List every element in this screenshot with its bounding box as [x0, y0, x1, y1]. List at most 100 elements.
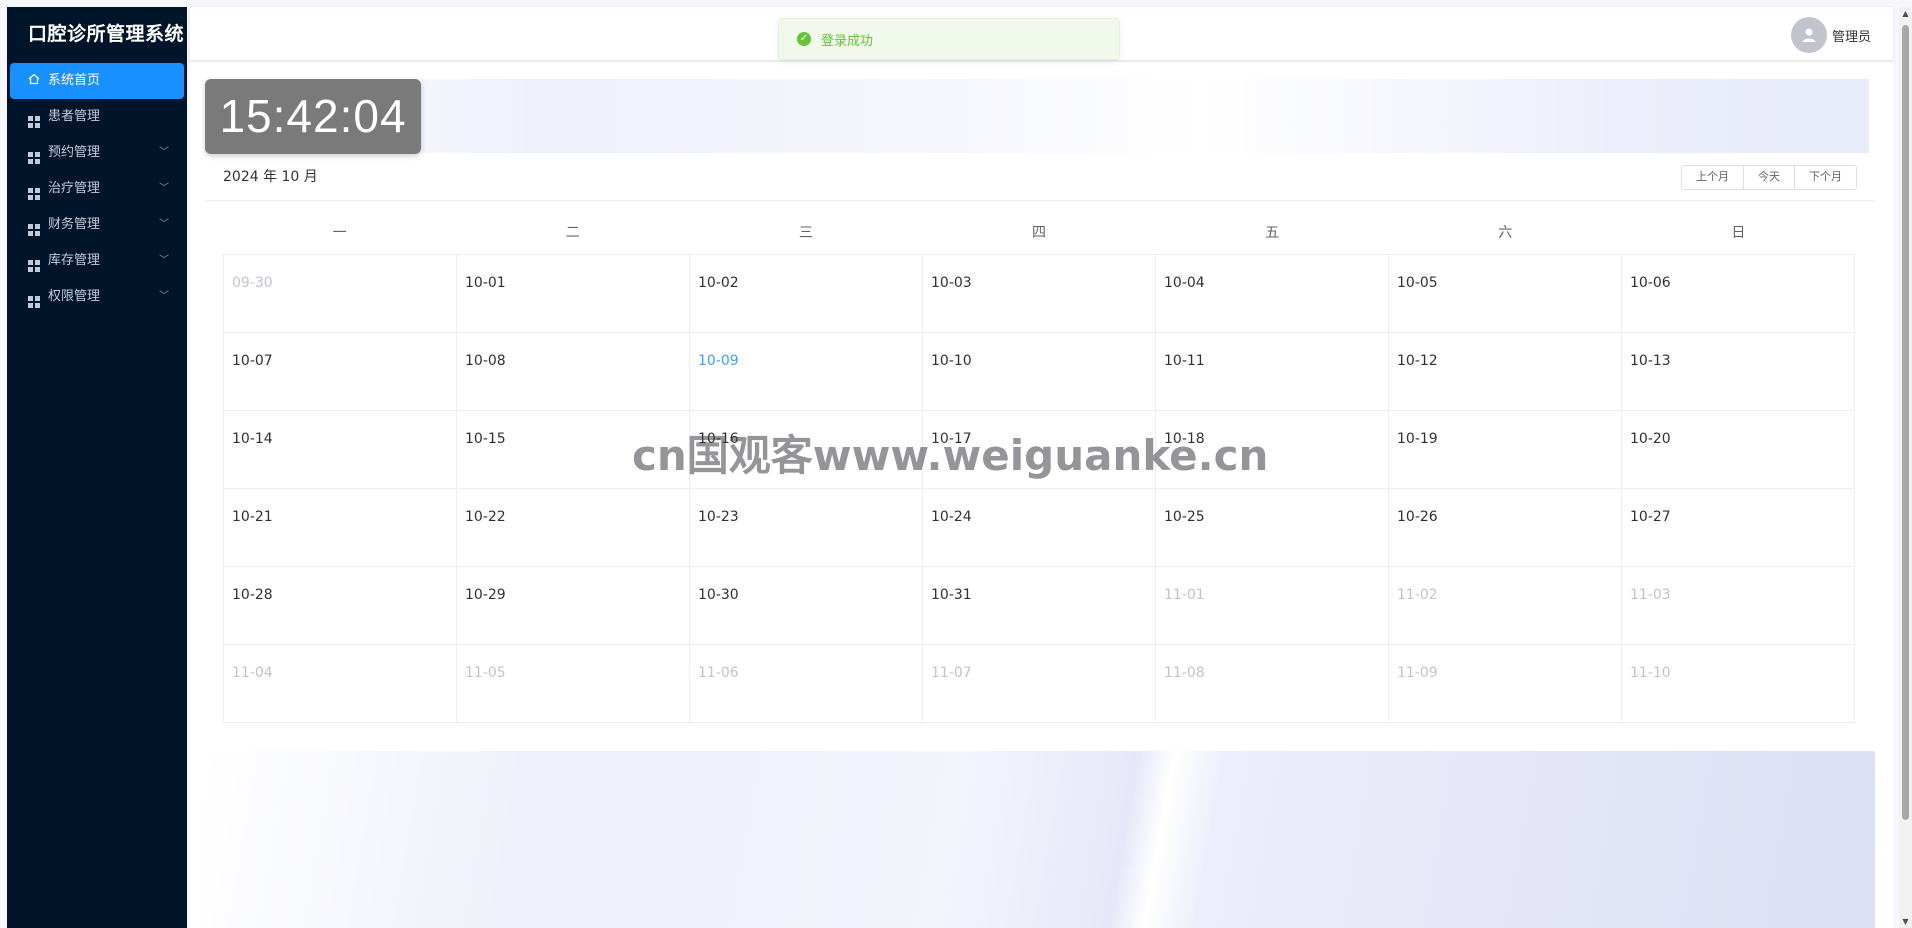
sidebar-menu: 系统首页 患者管理 预约管理 ﹀ 治疗管理 ﹀ 财务管理 ﹀ 库存管理 ﹀ 权限…: [7, 63, 187, 315]
avatar[interactable]: [1790, 17, 1827, 53]
today-button[interactable]: 今天: [1743, 165, 1795, 190]
calendar-day[interactable]: 11-02: [1389, 567, 1622, 645]
calendar-day[interactable]: 10-23: [690, 489, 923, 567]
calendar-day-label: 10-26: [1397, 509, 1438, 525]
calendar-day[interactable]: 10-30: [690, 567, 923, 645]
calendar-day-label: 10-15: [465, 431, 506, 447]
sidebar-item-label: 预约管理: [48, 145, 101, 160]
calendar-day[interactable]: 10-24: [923, 489, 1156, 567]
calendar-day[interactable]: 10-06: [1622, 255, 1855, 333]
calendar-day[interactable]: 10-26: [1389, 489, 1622, 567]
chevron-down-icon: ﹀: [159, 255, 169, 266]
calendar-day[interactable]: 10-18: [1156, 411, 1389, 489]
calendar-day[interactable]: 10-31: [923, 567, 1156, 645]
home-icon: [28, 64, 40, 85]
calendar-day[interactable]: 11-03: [1622, 567, 1855, 645]
calendar-day[interactable]: 10-28: [224, 567, 457, 645]
calendar-day[interactable]: 11-06: [690, 645, 923, 723]
calendar-day[interactable]: 10-15: [457, 411, 690, 489]
sidebar-item-patients[interactable]: 患者管理: [7, 99, 187, 135]
calendar-day-label: 10-30: [698, 587, 739, 603]
calendar-day[interactable]: 10-03: [923, 255, 1156, 333]
calendar-day[interactable]: 10-11: [1156, 333, 1389, 411]
sidebar-item-permissions[interactable]: 权限管理 ﹀: [7, 279, 187, 315]
calendar-day[interactable]: 11-09: [1389, 645, 1622, 723]
prev-month-button[interactable]: 上个月: [1681, 165, 1744, 190]
calendar-day[interactable]: 10-10: [923, 333, 1156, 411]
scroll-up-icon[interactable]: ▲: [1901, 9, 1910, 18]
sidebar-item-finance[interactable]: 财务管理 ﹀: [7, 207, 187, 243]
calendar-day[interactable]: 10-01: [457, 255, 690, 333]
app-window: 口腔诊所管理系统 系统首页 患者管理 预约管理 ﹀ 治疗管理 ﹀ 财务管理 ﹀: [0, 0, 1912, 928]
calendar-day[interactable]: 11-10: [1622, 645, 1855, 723]
scroll-down-icon[interactable]: ▼: [1901, 917, 1910, 926]
calendar-day-label: 11-03: [1630, 587, 1671, 603]
calendar-day[interactable]: 10-25: [1156, 489, 1389, 567]
chevron-down-icon: ﹀: [159, 183, 169, 194]
grid-icon: [28, 260, 40, 272]
sidebar-item-treatment[interactable]: 治疗管理 ﹀: [7, 171, 187, 207]
calendar-day[interactable]: 10-19: [1389, 411, 1622, 489]
calendar-day[interactable]: 10-14: [224, 411, 457, 489]
weekday-header: 六: [1498, 225, 1513, 241]
calendar-day-today[interactable]: 10-09: [690, 333, 923, 411]
calendar-day-label: 10-18: [1164, 431, 1205, 447]
calendar-day[interactable]: 11-01: [1156, 567, 1389, 645]
calendar-day-label: 10-10: [931, 353, 972, 369]
grid-icon: [28, 152, 40, 164]
calendar-day-label: 11-09: [1397, 665, 1438, 681]
calendar-day-label: 11-01: [1164, 587, 1205, 603]
calendar-day[interactable]: 10-04: [1156, 255, 1389, 333]
calendar-day-label: 10-06: [1630, 275, 1671, 291]
calendar-day[interactable]: 10-27: [1622, 489, 1855, 567]
calendar-day[interactable]: 10-21: [224, 489, 457, 567]
page-scrollbar[interactable]: ▲ ▼: [1899, 7, 1912, 928]
calendar-day-label: 10-25: [1164, 509, 1205, 525]
calendar-grid: 09-30 10-01 10-02 10-03 10-04 10-05 10-06 10-07…: [223, 254, 1855, 723]
calendar-day-label: 10-24: [931, 509, 972, 525]
calendar-day-label: 11-04: [232, 665, 273, 681]
grid-icon: [28, 116, 40, 128]
calendar-day-label: 11-10: [1630, 665, 1671, 681]
weekday-header: 日: [1731, 225, 1746, 241]
calendar-day[interactable]: 10-02: [690, 255, 923, 333]
calendar-day[interactable]: 10-12: [1389, 333, 1622, 411]
calendar-day[interactable]: 10-29: [457, 567, 690, 645]
calendar-day[interactable]: 10-17: [923, 411, 1156, 489]
calendar-day-label: 10-21: [232, 509, 273, 525]
calendar-day[interactable]: 10-16: [690, 411, 923, 489]
calendar-day[interactable]: 09-30: [224, 255, 457, 333]
calendar-day-label: 10-28: [232, 587, 273, 603]
user-name[interactable]: 管理员: [1832, 26, 1871, 45]
calendar-day[interactable]: 11-05: [457, 645, 690, 723]
calendar-day-label: 10-14: [232, 431, 273, 447]
calendar-day-label: 10-27: [1630, 509, 1671, 525]
calendar-day-label: 10-12: [1397, 353, 1438, 369]
calendar-day[interactable]: 10-05: [1389, 255, 1622, 333]
calendar-day[interactable]: 11-04: [224, 645, 457, 723]
grid-icon: [28, 224, 40, 236]
calendar-day[interactable]: 10-20: [1622, 411, 1855, 489]
chevron-down-icon: ﹀: [159, 147, 169, 158]
sidebar-item-home[interactable]: 系统首页: [10, 63, 184, 99]
calendar-day-label: 10-03: [931, 275, 972, 291]
next-month-button[interactable]: 下个月: [1794, 165, 1857, 190]
calendar-day[interactable]: 10-08: [457, 333, 690, 411]
sidebar-item-inventory[interactable]: 库存管理 ﹀: [7, 243, 187, 279]
calendar-day-label: 10-23: [698, 509, 739, 525]
calendar-day[interactable]: 11-07: [923, 645, 1156, 723]
sidebar-item-label: 治疗管理: [48, 181, 101, 196]
calendar-day[interactable]: 10-22: [457, 489, 690, 567]
chevron-down-icon: ﹀: [159, 219, 169, 230]
calendar-day-label: 10-17: [931, 431, 972, 447]
sidebar-item-appointments[interactable]: 预约管理 ﹀: [7, 135, 187, 171]
calendar-day[interactable]: 10-13: [1622, 333, 1855, 411]
calendar-day-label: 10-20: [1630, 431, 1671, 447]
user-menu[interactable]: 管理员: [1790, 17, 1871, 53]
scroll-thumb[interactable]: [1902, 25, 1909, 820]
calendar-day[interactable]: 10-07: [224, 333, 457, 411]
calendar-day[interactable]: 11-08: [1156, 645, 1389, 723]
weekday-header: 二: [565, 225, 580, 241]
banner-background-bottom: [205, 751, 1875, 928]
app-title: 口腔诊所管理系统: [28, 23, 185, 45]
